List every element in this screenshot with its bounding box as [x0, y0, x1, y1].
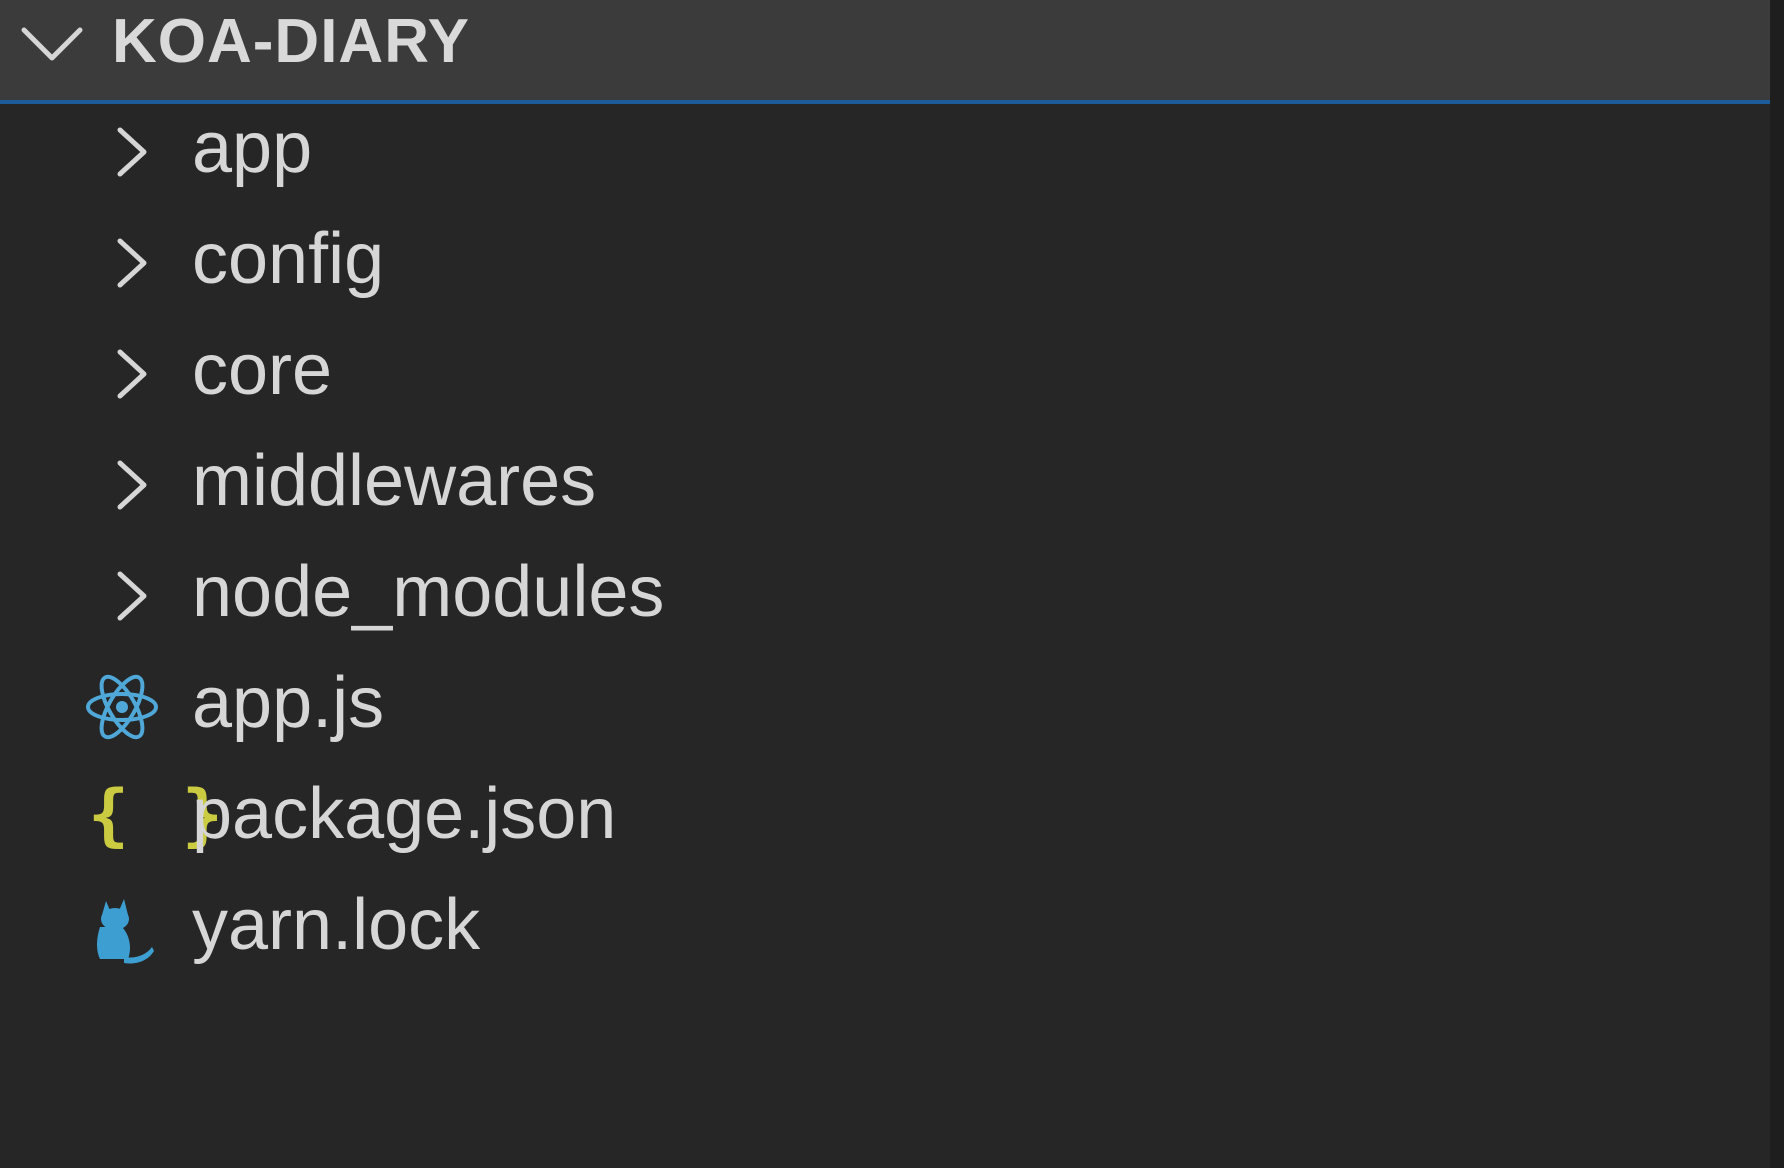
tree-item-label[interactable]: node_modules [192, 550, 664, 634]
tree-item-label[interactable]: config [192, 217, 384, 301]
chevron-right-icon[interactable] [112, 122, 152, 182]
chevron-down-icon[interactable] [18, 16, 86, 72]
tree-item-label[interactable]: package.json [192, 772, 616, 856]
tree-item-yarn-lock[interactable]: yarn.lock [0, 863, 1770, 990]
yarn-cat-icon [97, 899, 154, 964]
window-edge [1770, 0, 1784, 1168]
tree-item-config[interactable]: config [0, 197, 1770, 324]
tree-item-app[interactable]: app [0, 86, 1770, 213]
tree-item-label[interactable]: app [192, 106, 312, 190]
react-atom-icon [86, 674, 158, 740]
file-explorer: KOA-DIARY app config core middlewares no… [0, 0, 1770, 1168]
chevron-right-icon[interactable] [112, 455, 152, 515]
tree-item-core[interactable]: core [0, 308, 1770, 435]
tree-item-label[interactable]: core [192, 328, 332, 412]
tree-item-node-modules[interactable]: node_modules [0, 530, 1770, 657]
tree-item-label[interactable]: middlewares [192, 439, 596, 523]
tree-item-label[interactable]: app.js [192, 661, 384, 745]
project-title[interactable]: KOA-DIARY [112, 6, 470, 78]
chevron-right-icon[interactable] [112, 566, 152, 626]
chevron-right-icon[interactable] [112, 233, 152, 293]
tree-item-app-js[interactable]: app.js [0, 641, 1770, 768]
tree-item-label[interactable]: yarn.lock [192, 883, 480, 967]
tree-item-package-json[interactable]: { } package.json [0, 752, 1770, 879]
chevron-right-icon[interactable] [112, 344, 152, 404]
tree-item-middlewares[interactable]: middlewares [0, 419, 1770, 546]
